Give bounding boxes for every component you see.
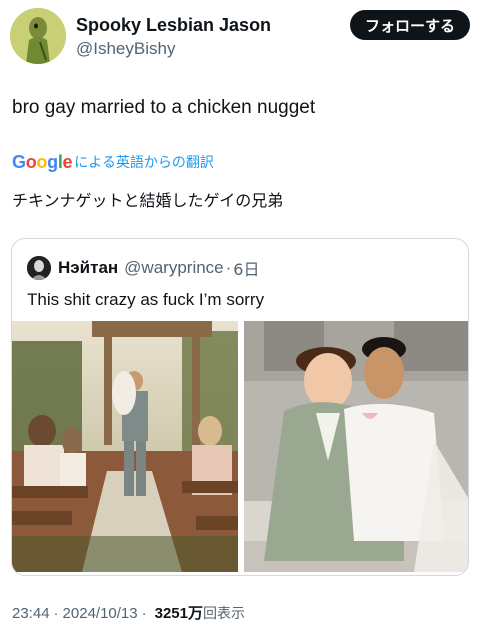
author-handle[interactable]: @IsheyBishy (76, 38, 271, 60)
quoted-text: This shit crazy as fuck I’m sorry (27, 290, 265, 309)
quoted-timestamp[interactable]: 6日 (233, 256, 259, 280)
quoted-avatar[interactable] (27, 256, 51, 280)
translation-attribution[interactable]: Google による英語からの翻訳 (12, 150, 214, 174)
couple-portrait-photo[interactable] (244, 321, 468, 572)
translation-label: による英語からの翻訳 (74, 155, 214, 171)
tweet-date[interactable]: 2024/10/13 (63, 605, 138, 622)
quoted-separator: · (225, 258, 232, 277)
follow-button[interactable]: フォローする (350, 10, 470, 40)
tweet-meta: 23:44 · 2024/10/13 · 3251万 回表示 (12, 602, 245, 623)
tweet-text: bro gay married to a chicken nugget (12, 97, 316, 118)
quoted-display-name[interactable]: Нэйтан (58, 258, 118, 278)
author-display-name[interactable]: Spooky Lesbian Jason (76, 14, 271, 36)
view-count[interactable]: 3251万 (155, 602, 203, 623)
quoted-header: Нэйтан @waryprince · 6日 (27, 256, 259, 280)
quoted-tweet[interactable]: Нэйтан @waryprince · 6日 This shit crazy … (11, 238, 469, 576)
quoted-handle[interactable]: @waryprince (124, 258, 223, 278)
author-avatar[interactable] (10, 8, 66, 64)
tweet-time[interactable]: 23:44 (12, 605, 50, 622)
meta-separator: · (53, 605, 59, 622)
translated-text: チキンナゲットと結婚したゲイの兄弟 (12, 191, 284, 210)
view-count-label: 回表示 (203, 606, 245, 622)
google-logo: Google (12, 151, 73, 172)
meta-separator: · (141, 605, 147, 622)
tweet-header: Spooky Lesbian Jason @IsheyBishy フォローする (10, 8, 470, 64)
wedding-aisle-photo[interactable] (12, 321, 238, 572)
author-info: Spooky Lesbian Jason @IsheyBishy (76, 14, 271, 60)
